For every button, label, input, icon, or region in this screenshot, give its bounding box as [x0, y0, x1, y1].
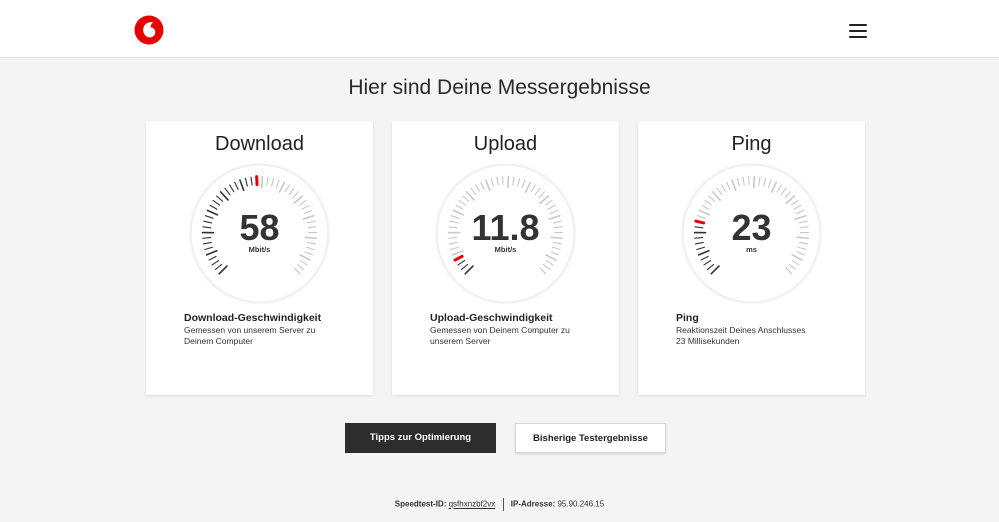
gauge-tick [261, 175, 264, 189]
upload-value: 11.8 [471, 207, 540, 248]
ip-address-value: 95.90.246.15 [557, 499, 605, 509]
vodafone-logo[interactable] [134, 15, 164, 45]
gauge-tick [507, 175, 510, 189]
description-line: 23 Millisekunden [676, 336, 740, 346]
speedtest-id-label: Speedtest-ID: [394, 499, 447, 509]
description-heading: Upload-Geschwindigkeit [430, 312, 553, 324]
optimization-tips-button[interactable]: Tipps zur Optimierung [345, 423, 496, 453]
download-result-card: Download 58 Mbit/s Download-Geschwindigk… [146, 121, 373, 395]
menu-line [849, 24, 867, 26]
previous-results-button[interactable]: Bisherige Testergebnisse [515, 423, 666, 453]
card-title: Ping [731, 133, 772, 155]
description-line: Reaktionszeit Deines Anschlusses [676, 325, 806, 335]
card-title: Download [215, 133, 304, 155]
description-line: unserem Server [430, 336, 491, 346]
ping-result-card: Ping 23 ms Ping Reaktionszeit Deines Ans… [638, 121, 865, 395]
upload-unit: Mbit/s [494, 245, 517, 254]
menu-line [849, 30, 867, 32]
ip-address-label: IP-Adresse: [510, 499, 556, 509]
ping-value: 23 [731, 207, 772, 248]
description-heading: Download-Geschwindigkeit [184, 312, 322, 324]
footer-info: Speedtest-ID: qsfhxnzbf2vx IP-Adresse: 9… [0, 498, 999, 511]
gauge-tick [753, 175, 756, 189]
upload-description: Upload-Geschwindigkeit Gemessen von Dein… [430, 312, 580, 347]
description-line: Gemessen von unserem Server zu [184, 325, 316, 335]
upload-result-card: Upload 11.8 Mbit/s Upload-Geschwindigkei… [392, 121, 619, 395]
speedtest-id-value[interactable]: qsfhxnzbf2vx [449, 500, 496, 509]
download-value: 58 [239, 207, 280, 248]
menu-line [849, 36, 867, 38]
description-line: Deinem Computer [184, 336, 253, 346]
footer-divider [502, 498, 504, 511]
description-heading: Ping [676, 312, 699, 324]
description-line: Gemessen von Deinem Computer zu [430, 325, 570, 335]
hamburger-menu-icon[interactable] [849, 24, 867, 40]
top-navigation-bar [0, 0, 999, 58]
ping-unit: ms [746, 245, 757, 254]
card-title: Upload [473, 133, 538, 155]
ping-description: Ping Reaktionszeit Deines Anschlusses 23… [676, 312, 826, 347]
download-description: Download-Geschwindigkeit Gemessen von un… [184, 312, 334, 347]
download-unit: Mbit/s [248, 245, 271, 254]
page-title: Hier sind Deine Messergebnisse [348, 76, 651, 99]
